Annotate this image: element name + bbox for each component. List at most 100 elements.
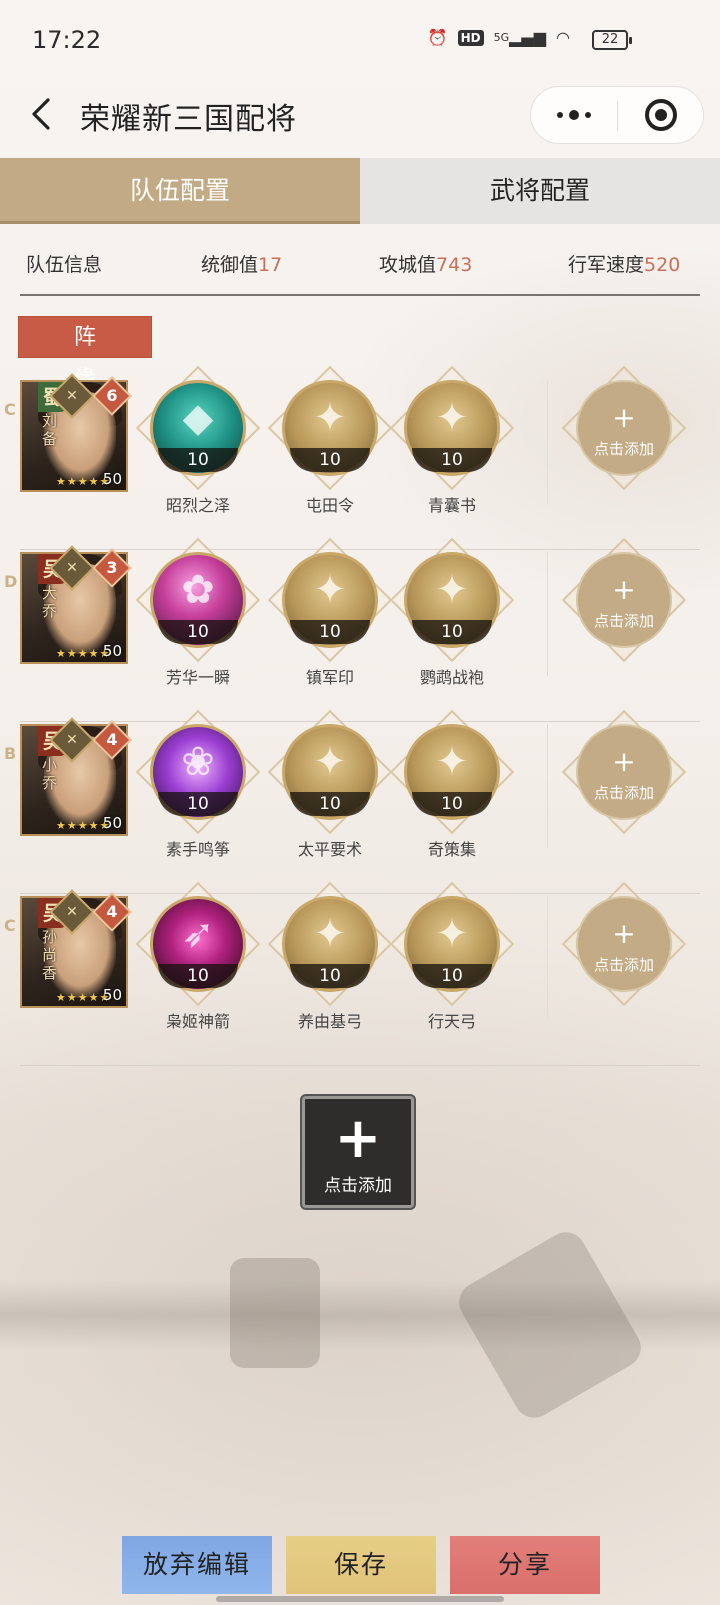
- row-divider: [20, 1065, 700, 1066]
- equipment-name: 屯田令: [305, 496, 354, 515]
- equipment-name: 鹦鹉战袍: [419, 668, 484, 687]
- status-bar: 17:22 ⏰ HD 5G▂▄▆ ◠ 22: [0, 0, 720, 80]
- equipment-name: 太平要术: [297, 840, 362, 859]
- tab-general-config[interactable]: 武将配置: [360, 158, 720, 224]
- general-level: 50: [102, 986, 122, 1004]
- general-level: 50: [102, 814, 122, 832]
- equipment-slot[interactable]: ➶ 10 枭姬神箭: [135, 881, 261, 1046]
- tab-bar: 队伍配置 武将配置: [0, 158, 720, 224]
- equipment-slot[interactable]: ✦ 10 奇策集: [389, 709, 515, 874]
- command-stat: 统御值17: [201, 254, 283, 276]
- wifi-icon: ◠: [556, 28, 570, 47]
- equipment-slot[interactable]: ✦ 10 屯田令: [267, 365, 393, 530]
- plus-icon: +: [612, 401, 636, 434]
- general-level: 50: [102, 642, 122, 660]
- background-sword-hilt: [451, 1225, 649, 1425]
- tab-team-config[interactable]: 队伍配置: [0, 158, 360, 224]
- mini-program-capsule: [530, 86, 704, 144]
- general-name: 刘备: [42, 412, 58, 448]
- back-button[interactable]: [22, 92, 66, 136]
- close-button[interactable]: [618, 87, 704, 143]
- target-icon: [645, 99, 677, 131]
- equipment-name: 枭姬神箭: [165, 1012, 230, 1031]
- general-card[interactable]: C 蜀 刘备 ★★★★★ 50 ✕ 6: [4, 373, 132, 492]
- background-sword-guard: [230, 1258, 320, 1368]
- plus-icon: +: [612, 573, 636, 606]
- nav-bar: 荣耀新三国配将: [0, 80, 720, 154]
- status-icons: ⏰ HD 5G▂▄▆ ◠: [428, 28, 570, 48]
- alarm-icon: ⏰: [427, 28, 448, 47]
- add-equipment-button[interactable]: + 点击添加: [561, 881, 687, 1007]
- plus-icon: +: [334, 1106, 382, 1171]
- equipment-level: 10: [290, 792, 370, 816]
- equipment-name: 养由基弓: [297, 1012, 362, 1031]
- plus-icon: +: [612, 917, 636, 950]
- general-card[interactable]: C 吴 孙尚香 ★★★★★ 50 ✕ 4: [4, 889, 132, 1008]
- status-time: 17:22: [32, 26, 102, 54]
- general-card[interactable]: D 吴 大乔 ★★★★★ 50 ✕ 3: [4, 545, 132, 664]
- equipment-name: 芳华一瞬: [165, 668, 230, 687]
- bottom-action-bar: 放弃编辑 保存 分享: [0, 1536, 720, 1598]
- more-button[interactable]: [531, 87, 617, 143]
- general-row: C 吴 孙尚香 ★★★★★ 50 ✕ 4 ➶ 10 枭姬神箭: [0, 881, 720, 1066]
- equipment-level: 10: [158, 448, 238, 472]
- team-info-label: 队伍信息: [26, 254, 103, 276]
- general-card[interactable]: B 吴 小乔 ★★★★★ 50 ✕ 4: [4, 717, 132, 836]
- add-label: 点击添加: [593, 784, 654, 802]
- equipment-level: 10: [412, 964, 492, 988]
- equipment-slot[interactable]: ✦ 10 镇军印: [267, 537, 393, 702]
- equipment-slot[interactable]: ✦ 10 行天弓: [389, 881, 515, 1046]
- battery-icon: 22: [592, 30, 632, 50]
- add-label: 点击添加: [593, 612, 654, 630]
- plus-icon: +: [612, 745, 636, 778]
- add-equipment-button[interactable]: + 点击添加: [561, 537, 687, 663]
- home-indicator: [216, 1596, 504, 1602]
- hd-icon: HD: [457, 30, 484, 46]
- equipment-name: 青囊书: [427, 496, 476, 515]
- equipment-level: 10: [290, 448, 370, 472]
- general-name: 大乔: [42, 584, 58, 620]
- add-equipment-button[interactable]: + 点击添加: [561, 709, 687, 835]
- equipment-level: 10: [412, 792, 492, 816]
- speed-stat: 行军速度520: [568, 254, 681, 276]
- equipment-level: 10: [290, 964, 370, 988]
- siege-stat: 攻城值743: [379, 254, 473, 276]
- equipment-name: 昭烈之泽: [165, 496, 230, 515]
- general-row: B 吴 小乔 ★★★★★ 50 ✕ 4 ❀ 10 素手鸣筝 ✦: [0, 709, 720, 894]
- equipment-slot[interactable]: ✿ 10 芳华一瞬: [135, 537, 261, 702]
- equipment-name: 奇策集: [427, 840, 476, 859]
- general-row: D 吴 大乔 ★★★★★ 50 ✕ 3 ✿ 10 芳华一瞬 ✦: [0, 537, 720, 722]
- equipment-name: 素手鸣筝: [165, 840, 230, 859]
- share-button[interactable]: 分享: [450, 1536, 600, 1594]
- discard-button[interactable]: 放弃编辑: [122, 1536, 272, 1594]
- add-team-label: 点击添加: [324, 1176, 392, 1196]
- equipment-slot[interactable]: ✦ 10 养由基弓: [267, 881, 393, 1046]
- equipment-slot[interactable]: ✦ 10 太平要术: [267, 709, 393, 874]
- team-info: 队伍信息 统御值17 攻城值743 行军速度520: [20, 232, 700, 296]
- general-row: C 蜀 刘备 ★★★★★ 50 ✕ 6 ◆ 10 昭烈之泽 ✦: [0, 365, 720, 550]
- add-label: 点击添加: [593, 440, 654, 458]
- equipment-name: 镇军印: [305, 668, 354, 687]
- general-level: 50: [102, 470, 122, 488]
- signal-5g-icon: 5G▂▄▆: [493, 28, 547, 47]
- add-team-button[interactable]: + 点击添加: [302, 1096, 414, 1208]
- equipment-level: 10: [412, 448, 492, 472]
- equipment-name: 行天弓: [427, 1012, 476, 1031]
- equipment-slot[interactable]: ◆ 10 昭烈之泽: [135, 365, 261, 530]
- add-equipment-button[interactable]: + 点击添加: [561, 365, 687, 491]
- equipment-level: 10: [412, 620, 492, 644]
- equipment-level: 10: [158, 964, 238, 988]
- general-name: 小乔: [42, 756, 58, 792]
- equipment-level: 10: [158, 792, 238, 816]
- formation-button[interactable]: 阵缘: [18, 316, 152, 392]
- general-name: 孙尚香: [42, 928, 58, 982]
- equipment-slot[interactable]: ❀ 10 素手鸣筝: [135, 709, 261, 874]
- add-label: 点击添加: [593, 956, 654, 974]
- equipment-level: 10: [158, 620, 238, 644]
- save-button[interactable]: 保存: [286, 1536, 436, 1594]
- equipment-level: 10: [290, 620, 370, 644]
- equipment-slot[interactable]: ✦ 10 青囊书: [389, 365, 515, 530]
- page-title: 荣耀新三国配将: [80, 102, 297, 137]
- equipment-slot[interactable]: ✦ 10 鹦鹉战袍: [389, 537, 515, 702]
- chevron-left-icon: [32, 98, 50, 130]
